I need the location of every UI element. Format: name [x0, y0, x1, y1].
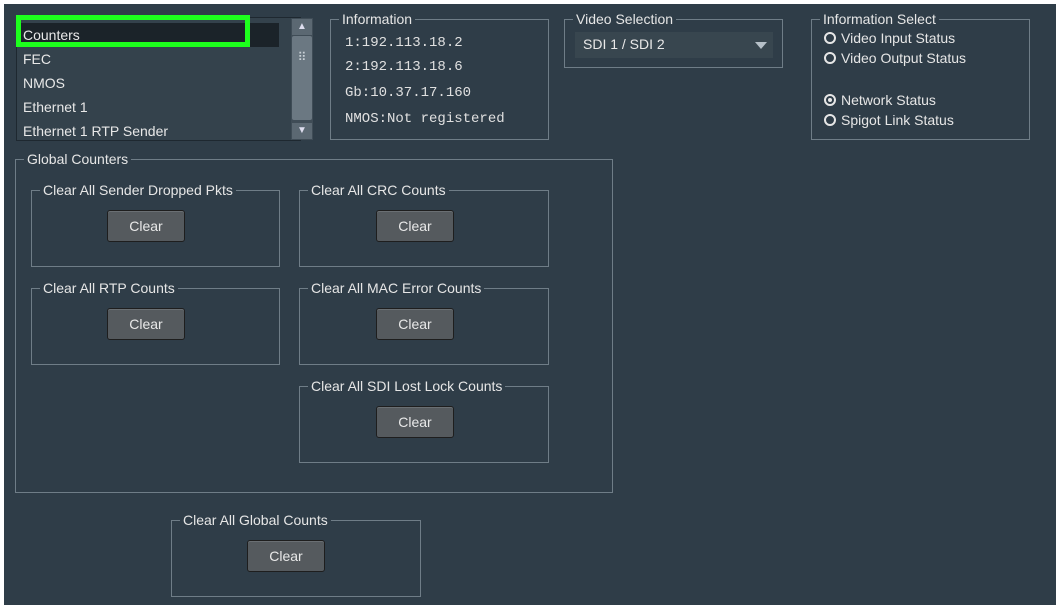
video-selection-value: SDI 1 / SDI 2 — [583, 36, 665, 52]
sdi-lost-lock-group: Clear All SDI Lost Lock Counts Clear — [299, 377, 549, 463]
list-item-fec[interactable]: FEC — [17, 47, 279, 71]
info-line-3: Gb:10.37.17.160 — [345, 85, 472, 101]
clear-sender-dropped-button[interactable]: Clear — [107, 210, 185, 242]
video-selection-dropdown[interactable]: SDI 1 / SDI 2 — [575, 32, 773, 58]
list-item-ethernet-1-rtp-sender[interactable]: Ethernet 1 RTP Sender — [17, 119, 279, 143]
clear-sdi-lost-lock-button[interactable]: Clear — [376, 406, 454, 438]
list-item-ethernet-1[interactable]: Ethernet 1 — [17, 95, 279, 119]
sender-dropped-group: Clear All Sender Dropped Pkts Clear — [31, 181, 280, 267]
crc-counts-group: Clear All CRC Counts Clear — [299, 181, 549, 267]
info-line-4: NMOS:Not registered — [345, 111, 505, 127]
clear-all-global-group: Clear All Global Counts Clear — [171, 511, 421, 597]
info-line-2: 2:192.113.18.6 — [345, 59, 463, 75]
scroll-up-button[interactable]: ▲ — [292, 19, 312, 35]
radio-label: Spigot Link Status — [841, 112, 954, 128]
video-selection-title: Video Selection — [573, 10, 677, 28]
chevron-down-icon — [755, 42, 767, 49]
rtp-counts-title: Clear All RTP Counts — [40, 279, 178, 297]
video-selection-frame: Video Selection SDI 1 / SDI 2 — [564, 10, 783, 68]
triangle-down-icon: ▼ — [297, 125, 307, 136]
scrollbar-thumb[interactable]: ⠿ — [292, 36, 312, 120]
clear-all-global-title: Clear All Global Counts — [180, 511, 331, 529]
grip-icon: ⠿ — [297, 50, 307, 64]
list-scrollbar[interactable]: ▲ ⠿ ▼ — [291, 18, 313, 140]
info-line-1: 1:192.113.18.2 — [345, 35, 463, 51]
information-frame: Information 1:192.113.18.2 2:192.113.18.… — [330, 10, 549, 140]
information-select-title: Information Select — [820, 10, 939, 28]
clear-all-global-button[interactable]: Clear — [247, 540, 325, 572]
information-select-frame: Information Select Video Input Status Vi… — [811, 10, 1030, 140]
sdi-lost-lock-title: Clear All SDI Lost Lock Counts — [308, 377, 506, 395]
scroll-down-button[interactable]: ▼ — [292, 123, 312, 139]
crc-counts-title: Clear All CRC Counts — [308, 181, 449, 199]
global-counters-title: Global Counters — [24, 150, 132, 168]
selection-highlight — [16, 15, 250, 47]
radio-label: Video Output Status — [841, 50, 967, 66]
information-title: Information — [339, 10, 416, 28]
rtp-counts-group: Clear All RTP Counts Clear — [31, 279, 280, 365]
mac-error-title: Clear All MAC Error Counts — [308, 279, 485, 297]
mac-error-group: Clear All MAC Error Counts Clear — [299, 279, 549, 365]
radio-label: Video Input Status — [841, 30, 956, 46]
list-item-nmos[interactable]: NMOS — [17, 71, 279, 95]
triangle-up-icon: ▲ — [297, 21, 307, 32]
counters-panel: Counters FEC NMOS Ethernet 1 Ethernet 1 … — [4, 4, 1056, 605]
clear-rtp-button[interactable]: Clear — [107, 308, 185, 340]
radio-label: Network Status — [841, 92, 936, 108]
clear-crc-button[interactable]: Clear — [376, 210, 454, 242]
radio-button-checked-icon[interactable] — [824, 94, 836, 106]
radio-button-icon[interactable] — [824, 52, 836, 64]
sender-dropped-title: Clear All Sender Dropped Pkts — [40, 181, 236, 199]
radio-button-icon[interactable] — [824, 114, 836, 126]
clear-mac-error-button[interactable]: Clear — [376, 308, 454, 340]
radio-button-icon[interactable] — [824, 32, 836, 44]
global-counters-frame: Global Counters Clear All Sender Dropped… — [15, 150, 613, 493]
